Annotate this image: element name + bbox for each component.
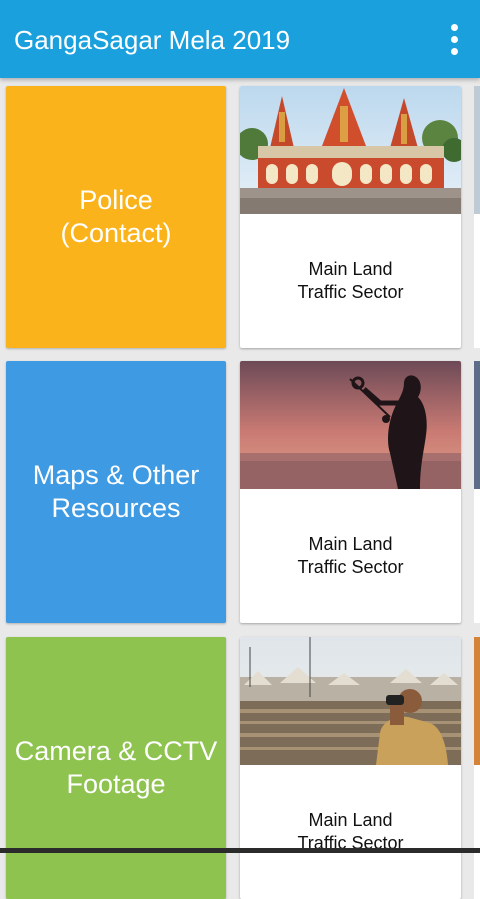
police-contact-label: Police (Contact) <box>60 185 172 248</box>
main-land-traffic-card-3[interactable]: Main Land Traffic Sector <box>240 637 461 899</box>
next-card-peek[interactable] <box>474 361 480 623</box>
next-card-peek[interactable] <box>474 86 480 348</box>
card-caption: Main Land Traffic Sector <box>297 259 404 302</box>
sunset-pilgrim-photo <box>240 361 461 489</box>
maps-resources-label: Maps & Other Resources <box>32 460 200 523</box>
card-caption: Main Land Traffic Sector <box>297 534 404 577</box>
main-land-traffic-card-2[interactable]: Main Land Traffic Sector <box>240 361 461 623</box>
camera-cctv-tile[interactable]: Camera & CCTV Footage <box>6 637 226 899</box>
next-card-peek[interactable] <box>474 637 480 899</box>
more-vert-icon[interactable] <box>436 18 472 60</box>
main-land-traffic-card-1[interactable]: Main Land Traffic Sector <box>240 86 461 348</box>
card-caption: Main Land Traffic Sector <box>297 810 404 853</box>
crowd-binoculars-photo <box>240 637 461 765</box>
maps-resources-tile[interactable]: Maps & Other Resources <box>6 361 226 623</box>
police-contact-tile[interactable]: Police (Contact) <box>6 86 226 348</box>
bottom-edge <box>0 848 480 853</box>
app-bar: GangaSagar Mela 2019 <box>0 0 480 78</box>
app-title: GangaSagar Mela 2019 <box>14 25 291 55</box>
temple-photo <box>240 86 461 214</box>
camera-cctv-label: Camera & CCTV Footage <box>14 736 218 799</box>
